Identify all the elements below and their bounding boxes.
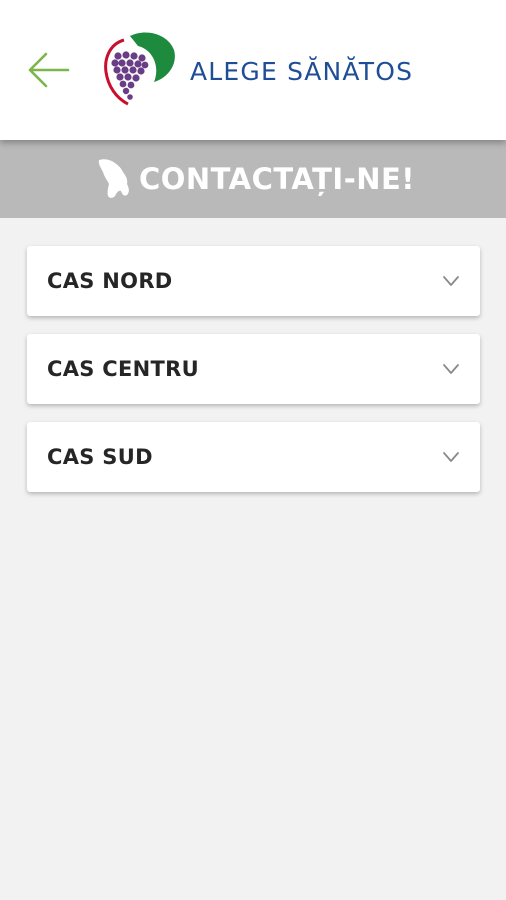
grapes-logo-icon — [104, 32, 175, 106]
contacts-accordion: CAS NORD CAS CENTRU CAS SUD — [27, 246, 480, 510]
accordion-label: CAS NORD — [47, 269, 173, 293]
section-banner: CONTACTAȚI-NE! — [0, 140, 506, 218]
accordion-item-cas-centru[interactable]: CAS CENTRU — [27, 334, 480, 404]
banner-content: CONTACTAȚI-NE! — [97, 158, 415, 200]
accordion-label: CAS SUD — [47, 445, 153, 469]
accordion-label: CAS CENTRU — [47, 357, 199, 381]
chevron-down-icon — [443, 276, 459, 286]
back-button[interactable] — [22, 44, 74, 96]
moldova-map-icon — [98, 159, 129, 198]
app-title: ALEGE SĂNĂTOS — [190, 57, 414, 86]
accordion-item-cas-sud[interactable]: CAS SUD — [27, 422, 480, 492]
chevron-down-icon — [443, 452, 459, 462]
page-title: CONTACTAȚI-NE! — [138, 162, 416, 196]
chevron-down-icon — [443, 364, 459, 374]
arrow-left-icon — [28, 52, 70, 88]
accordion-item-cas-nord[interactable]: CAS NORD — [27, 246, 480, 316]
app-header: ALEGE SĂNĂTOS — [0, 0, 506, 140]
